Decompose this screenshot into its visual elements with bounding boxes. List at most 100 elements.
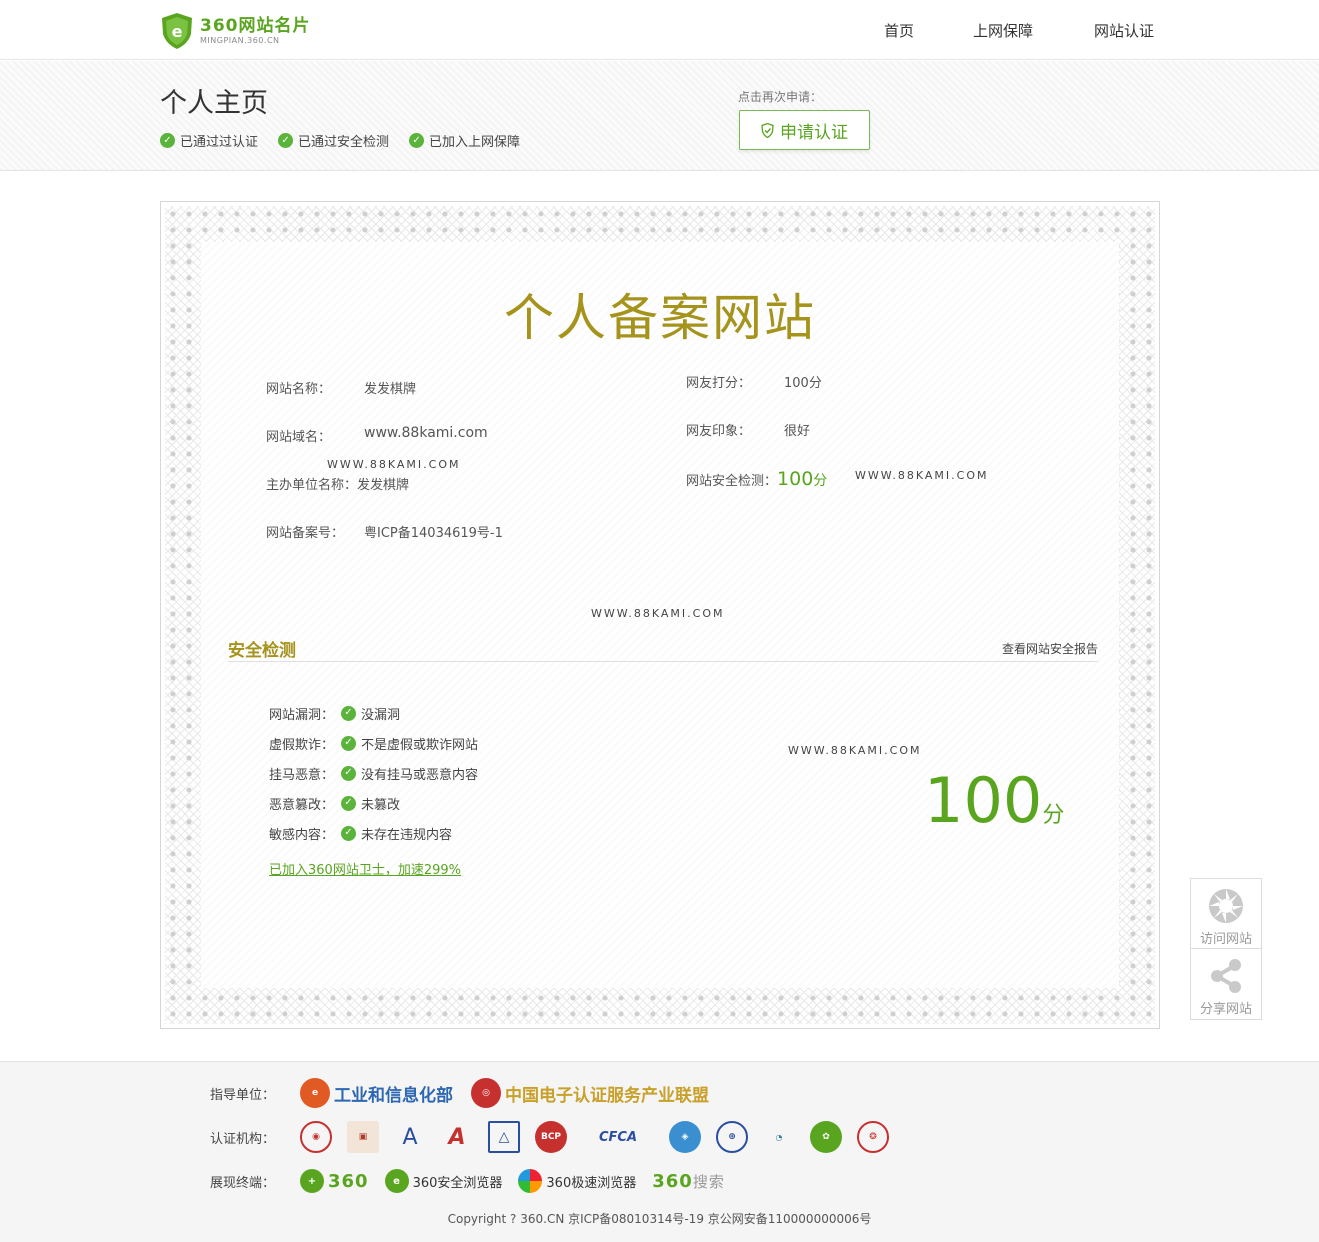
user-rating-label: 网友打分： — [686, 376, 752, 391]
badge-label: 已通过过认证 — [180, 135, 259, 150]
guide-units-label: 指导单位： — [210, 1087, 276, 1103]
speed-browser-name: 360极速浏览器 — [546, 1175, 637, 1191]
miit-e-icon: e — [300, 1078, 330, 1108]
apply-label: 申请认证 — [780, 122, 848, 143]
copyright: Copyright ? 360.CN 京ICP备08010314号-19 京公网… — [447, 1212, 872, 1226]
miit-name: 工业和信息化部 — [334, 1085, 453, 1106]
share-site-button[interactable]: 分享网站 — [1190, 949, 1262, 1020]
cert-globe-icon[interactable]: ⊕ — [716, 1121, 748, 1153]
site-domain-row: 网站域名： www.88kami.com — [266, 425, 488, 445]
cert-green-seal-icon[interactable]: ✿ — [810, 1121, 842, 1153]
status-badges: ✓ 已通过过认证 ✓ 已通过安全检测 ✓ 已加入上网保障 — [160, 131, 540, 150]
nav-certification[interactable]: 网站认证 — [1094, 20, 1154, 41]
speed-browser-icon — [518, 1169, 543, 1193]
cert-stamp-icon[interactable]: ▣ — [347, 1121, 379, 1153]
cert-bodies-label: 认证机构： — [210, 1131, 276, 1147]
360-search-number: 360 — [652, 1170, 693, 1192]
ecsia-name: 中国电子认证服务产业联盟 — [505, 1085, 709, 1106]
360-search-logo[interactable]: 360搜索 — [652, 1171, 725, 1192]
badge-certified: ✓ 已通过过认证 — [160, 131, 258, 150]
check-icon: ✓ — [341, 705, 356, 721]
big-security-score: 100分 — [924, 766, 1064, 851]
icp-row: 网站备案号： 粤ICP备14034619号-1 — [266, 522, 503, 541]
security-report-link[interactable]: 查看网站安全报告 — [1002, 640, 1098, 657]
big-score-number: 100 — [924, 764, 1043, 837]
certificate-card: 个人备案网站 网站名称： 发发棋牌 网站域名： www.88kami.com 主… — [160, 201, 1160, 1029]
security-score-value: 100分 — [777, 468, 827, 490]
security-score-unit: 分 — [813, 473, 828, 489]
site-domain-value: www.88kami.com — [364, 425, 488, 441]
check-label: 敏感内容： — [269, 827, 335, 843]
360-safe-browser-logo[interactable]: e 360安全浏览器 — [384, 1169, 502, 1193]
user-rating-value: 100分 — [784, 376, 822, 391]
cert-a-logo-icon[interactable]: A — [394, 1121, 426, 1153]
check-label: 挂马恶意： — [269, 767, 335, 783]
cert-bcp-icon[interactable]: BCP — [535, 1121, 567, 1153]
check-row-malware: 挂马恶意： ✓ 没有挂马或恶意内容 — [269, 758, 478, 788]
check-row-sensitive: 敏感内容： ✓ 未存在违规内容 — [269, 818, 478, 848]
apply-certification-button[interactable]: 申请认证 — [739, 110, 870, 150]
check-value: 没有挂马或恶意内容 — [361, 767, 479, 783]
badge-label: 已通过安全检测 — [298, 135, 390, 150]
check-label: 恶意篡改： — [269, 797, 335, 813]
check-icon: ✓ — [341, 735, 356, 751]
badge-security-checked: ✓ 已通过安全检测 — [278, 131, 389, 150]
shield-icon — [761, 122, 774, 138]
check-label: 虚假欺诈： — [269, 737, 335, 753]
user-rating-row: 网友打分： 100分 — [686, 372, 822, 391]
check-row-fraud: 虚假欺诈： ✓ 不是虚假或欺诈网站 — [269, 728, 478, 758]
360-safe-center-logo[interactable]: + 360 — [300, 1169, 369, 1193]
site-logo[interactable]: e 360网站名片 MINGPIAN.360.CN — [160, 12, 311, 50]
website-guard-link[interactable]: 已加入360网站卫士，加速299% — [269, 859, 461, 878]
share-site-label: 分享网站 — [1199, 1002, 1252, 1017]
ecsia-seal-icon: ◎ — [471, 1078, 501, 1108]
site-name-row: 网站名称： 发发棋牌 — [266, 378, 416, 397]
check-icon: ✓ — [160, 133, 175, 148]
terminal-logos: + 360 e 360安全浏览器 360极速浏览器 360搜索 — [300, 1169, 741, 1193]
logo-subtitle: MINGPIAN.360.CN — [200, 36, 280, 45]
profile-banner: 个人主页 ✓ 已通过过认证 ✓ 已通过安全检测 ✓ 已加入上网保障 点击再次申请… — [0, 61, 1319, 171]
check-value: 未存在违规内容 — [361, 827, 453, 843]
organizer-label: 主办单位名称： — [266, 478, 358, 493]
nav-protection[interactable]: 上网保障 — [973, 20, 1033, 41]
terminals-row: 展现终端： + 360 e 360安全浏览器 360极速浏览器 360搜索 — [210, 1166, 741, 1196]
big-score-unit: 分 — [1042, 803, 1065, 828]
check-value: 不是虚假或欺诈网站 — [361, 737, 479, 753]
icp-label: 网站备案号： — [266, 526, 345, 541]
share-icon — [1211, 959, 1241, 993]
check-icon: ✓ — [409, 133, 425, 148]
cert-seal-icon[interactable]: ◉ — [300, 1121, 332, 1153]
terminals-label: 展现终端： — [210, 1175, 276, 1191]
nav-home[interactable]: 首页 — [884, 20, 914, 41]
check-value: 没漏洞 — [361, 707, 401, 723]
certificate-title: 个人备案网站 — [504, 289, 816, 347]
360-search-wordmark: 360搜索 — [652, 1171, 725, 1192]
user-impression-value: 很好 — [784, 424, 811, 439]
check-row-tamper: 恶意篡改： ✓ 未篡改 — [269, 788, 478, 818]
watermark: WWW.88KAMI.COM — [591, 607, 725, 620]
cert-red-seal-icon[interactable]: ❂ — [857, 1121, 889, 1153]
360-wordmark: 360 — [328, 1170, 369, 1192]
security-section-title: 安全检测 — [228, 641, 296, 661]
ecsia-logo[interactable]: ◎ 中国电子认证服务产业联盟 — [471, 1078, 709, 1108]
site-name-label: 网站名称： — [266, 382, 332, 397]
svg-text:e: e — [172, 22, 183, 41]
check-value: 未篡改 — [361, 797, 401, 813]
check-label: 网站漏洞： — [269, 707, 335, 723]
watermark: WWW.88KAMI.COM — [788, 744, 922, 757]
cert-red-a-icon[interactable]: A — [441, 1121, 473, 1153]
cert-cnnic-icon[interactable]: ◔ — [763, 1121, 795, 1153]
visit-site-button[interactable]: 访问网站 — [1190, 878, 1262, 949]
cert-blue-shield-icon[interactable]: ◈ — [669, 1121, 701, 1153]
badge-label: 已加入上网保障 — [429, 135, 521, 150]
cfca-logo[interactable]: CFCA — [582, 1121, 654, 1153]
cert-triangle-icon[interactable]: △ — [488, 1121, 520, 1153]
360-speed-browser-logo[interactable]: 360极速浏览器 — [518, 1169, 636, 1193]
visit-site-label: 访问网站 — [1199, 932, 1252, 947]
organizer-row: 主办单位名称：发发棋牌 — [266, 474, 409, 493]
user-impression-row: 网友印象： 很好 — [686, 420, 810, 439]
miit-logo[interactable]: e 工业和信息化部 — [300, 1078, 453, 1108]
security-check-list: 网站漏洞： ✓ 没漏洞 虚假欺诈： ✓ 不是虚假或欺诈网站 挂马恶意： ✓ 没有… — [269, 698, 478, 848]
watermark: WWW.88KAMI.COM — [855, 469, 989, 482]
logo-title: 360网站名片 — [200, 16, 311, 36]
